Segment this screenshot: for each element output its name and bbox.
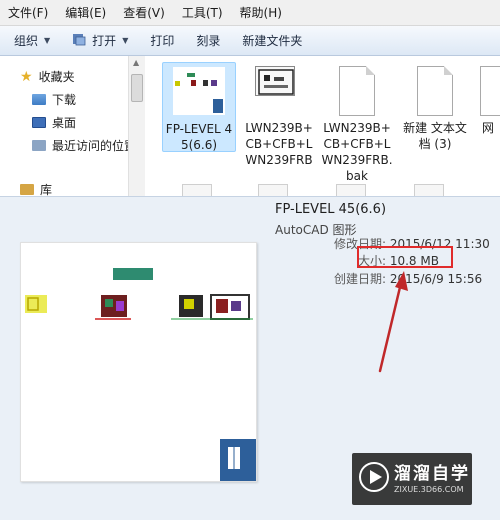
file-item[interactable]: 网 [476, 62, 500, 136]
open-button[interactable]: 打开 ▼ [72, 32, 128, 49]
menu-bar: 文件(F) 编辑(E) 查看(V) 工具(T) 帮助(H) [0, 0, 500, 26]
menu-tools[interactable]: 工具(T) [182, 4, 223, 21]
file-item[interactable]: 新建 文本文档 (3) [398, 62, 472, 152]
cad-drawing-preview-image [25, 268, 256, 481]
chevron-down-icon: ▼ [122, 36, 129, 45]
file-name: 网 [482, 121, 495, 135]
size-highlight-box [357, 246, 453, 268]
nav-favorites[interactable]: ★ 收藏夹 [20, 68, 75, 85]
file-preview [20, 242, 257, 482]
new-folder-button[interactable]: 新建文件夹 [242, 32, 302, 49]
menu-edit[interactable]: 编辑(E) [65, 4, 106, 21]
nav-desktop-label: 桌面 [52, 116, 77, 130]
details-file-name: FP-LEVEL 45(6.6) [275, 202, 387, 217]
burn-button[interactable]: 刻录 [196, 32, 220, 49]
nav-favorites-label: 收藏夹 [38, 70, 75, 84]
file-item-partial[interactable] [414, 184, 444, 196]
autocad-drawing-thumbnail-icon [249, 66, 309, 118]
chevron-down-icon: ▼ [44, 36, 51, 45]
print-label: 打印 [150, 34, 175, 48]
file-name: FP-LEVEL 45(6.6) [165, 122, 233, 152]
nav-desktop[interactable]: 桌面 [32, 114, 76, 131]
navigation-pane: ★ 收藏夹 下载 桌面 最近访问的位置 库 ▲ [0, 56, 145, 197]
recent-places-icon [32, 140, 46, 151]
text-document-icon [405, 66, 465, 118]
autocad-drawing-thumbnail-icon [169, 67, 229, 119]
command-bar: 组织 ▼ 打开 ▼ 打印 刻录 新建文件夹 [0, 26, 500, 56]
nav-downloads-label: 下载 [52, 93, 77, 107]
scroll-thumb[interactable] [131, 74, 143, 102]
document-icon [476, 66, 500, 118]
nav-downloads[interactable]: 下载 [32, 91, 76, 108]
watermark-badge: 溜溜自学 ZIXUE.3D66.COM [352, 453, 472, 505]
file-item-partial[interactable] [336, 184, 366, 196]
new-folder-label: 新建文件夹 [242, 34, 303, 48]
organize-button[interactable]: 组织 ▼ [14, 32, 50, 49]
red-arrow-annotation [378, 271, 408, 373]
downloads-folder-icon [32, 94, 46, 105]
scroll-up-arrow-icon[interactable]: ▲ [133, 58, 139, 67]
blank-document-icon [327, 66, 387, 118]
watermark-title: 溜溜自学 [394, 464, 470, 484]
nav-recent-label: 最近访问的位置 [52, 139, 137, 153]
file-item[interactable]: FP-LEVEL 45(6.6) [162, 62, 236, 152]
file-list: FP-LEVEL 45(6.6) LWN239B+CB+CFB+LWN239FR… [146, 56, 500, 196]
menu-help[interactable]: 帮助(H) [240, 4, 282, 21]
file-item[interactable]: LWN239B+CB+CFB+LWN239FRB [242, 62, 316, 168]
star-icon: ★ [20, 68, 33, 85]
details-pane: FP-LEVEL 45(6.6) AutoCAD 图形 修改日期: 2015/6… [0, 196, 500, 520]
file-name: 新建 文本文档 (3) [403, 121, 467, 151]
file-name: LWN239B+CB+CFB+LWN239FRB.bak [321, 121, 393, 183]
desktop-icon [32, 117, 46, 128]
menu-file[interactable]: 文件(F) [8, 4, 48, 21]
nav-recent[interactable]: 最近访问的位置 [32, 137, 136, 154]
burn-label: 刻录 [196, 34, 221, 48]
file-item-partial[interactable] [258, 184, 288, 196]
play-logo-icon [359, 462, 389, 492]
organize-label: 组织 [14, 34, 39, 48]
open-icon [72, 32, 86, 49]
file-name: LWN239B+CB+CFB+LWN239FRB [245, 121, 313, 167]
library-icon [20, 184, 34, 195]
watermark-url: ZIXUE.3D66.COM [394, 485, 464, 494]
menu-view[interactable]: 查看(V) [123, 4, 165, 21]
open-label: 打开 [92, 34, 117, 48]
file-item-partial[interactable] [182, 184, 212, 196]
print-button[interactable]: 打印 [150, 32, 174, 49]
nav-scrollbar[interactable]: ▲ [128, 56, 145, 196]
file-item[interactable]: LWN239B+CB+CFB+LWN239FRB.bak [320, 62, 394, 184]
